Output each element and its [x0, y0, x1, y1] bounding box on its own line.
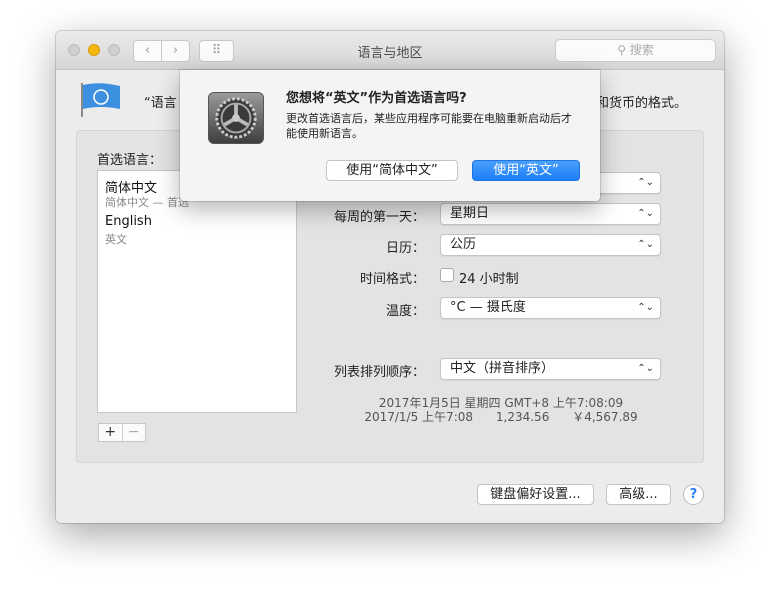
description-text-right: 和货币的格式。	[596, 96, 688, 111]
24-hour-label: 24 小时制	[459, 272, 519, 287]
system-preferences-gear-icon	[208, 92, 264, 144]
calendar-label: 日历：	[385, 241, 425, 256]
use-english-button[interactable]: 使用“英文”	[472, 160, 580, 181]
search-placeholder: 搜索	[629, 43, 654, 57]
time-format-label: 时间格式：	[359, 272, 425, 287]
dialog-message: 更改首选语言后，某些应用程序可能要在电脑重新启动后才能使用新语言。	[286, 112, 572, 140]
language-subtitle: 简体中文 — 首选	[105, 196, 189, 209]
temperature-value: °C — 摄氏度	[450, 300, 526, 315]
confirm-language-dialog: 您想将“英文”作为首选语言吗? 更改首选语言后，某些应用程序可能要在电脑重新启动…	[180, 70, 600, 201]
first-day-popup[interactable]: 星期日 ⌃⌄	[440, 203, 661, 225]
dialog-title: 您想将“英文”作为首选语言吗?	[286, 91, 467, 106]
advanced-button[interactable]: 高级...	[606, 484, 671, 505]
add-remove-control: + −	[98, 423, 146, 442]
chevron-updown-icon: ⌃⌄	[637, 302, 654, 313]
first-day-value: 星期日	[450, 206, 490, 221]
search-icon: ⚲	[617, 43, 630, 57]
language-title: English	[105, 214, 152, 229]
calendar-value: 公历	[450, 237, 477, 252]
keyboard-preferences-button[interactable]: 键盘偏好设置...	[477, 484, 594, 505]
preferred-languages-heading: 首选语言：	[97, 153, 163, 168]
help-button[interactable]: ?	[683, 484, 704, 505]
search-input[interactable]: ⚲ 搜索	[555, 39, 716, 62]
use-simplified-chinese-button[interactable]: 使用“简体中文”	[326, 160, 458, 181]
temperature-label: 温度：	[385, 304, 425, 319]
preferred-languages-list[interactable]: 简体中文 简体中文 — 首选 English 英文	[97, 170, 297, 413]
sort-order-label: 列表排列顺序：	[333, 365, 425, 380]
sample-date-short: 2017/1/5 上午7:08 1,234.56 ￥4,567.89	[364, 410, 638, 424]
chevron-updown-icon: ⌃⌄	[637, 363, 654, 374]
language-subtitle: 英文	[105, 233, 127, 246]
chevron-updown-icon: ⌃⌄	[637, 208, 654, 219]
description-text-left: “语言	[144, 96, 177, 111]
24-hour-checkbox[interactable]	[440, 268, 454, 282]
un-flag-icon	[81, 83, 120, 117]
sort-order-popup[interactable]: 中文（拼音排序） ⌃⌄	[440, 358, 661, 380]
temperature-popup[interactable]: °C — 摄氏度 ⌃⌄	[440, 297, 661, 319]
chevron-updown-icon: ⌃⌄	[637, 177, 654, 188]
title-bar: ‹ › ⠿ 语言与地区 ⚲ 搜索	[56, 31, 724, 70]
remove-language-button[interactable]: −	[121, 424, 146, 441]
sort-order-value: 中文（拼音排序）	[450, 361, 555, 376]
first-day-label: 每周的第一天：	[333, 210, 425, 225]
calendar-popup[interactable]: 公历 ⌃⌄	[440, 234, 661, 256]
chevron-updown-icon: ⌃⌄	[637, 239, 654, 250]
add-language-button[interactable]: +	[99, 424, 122, 441]
